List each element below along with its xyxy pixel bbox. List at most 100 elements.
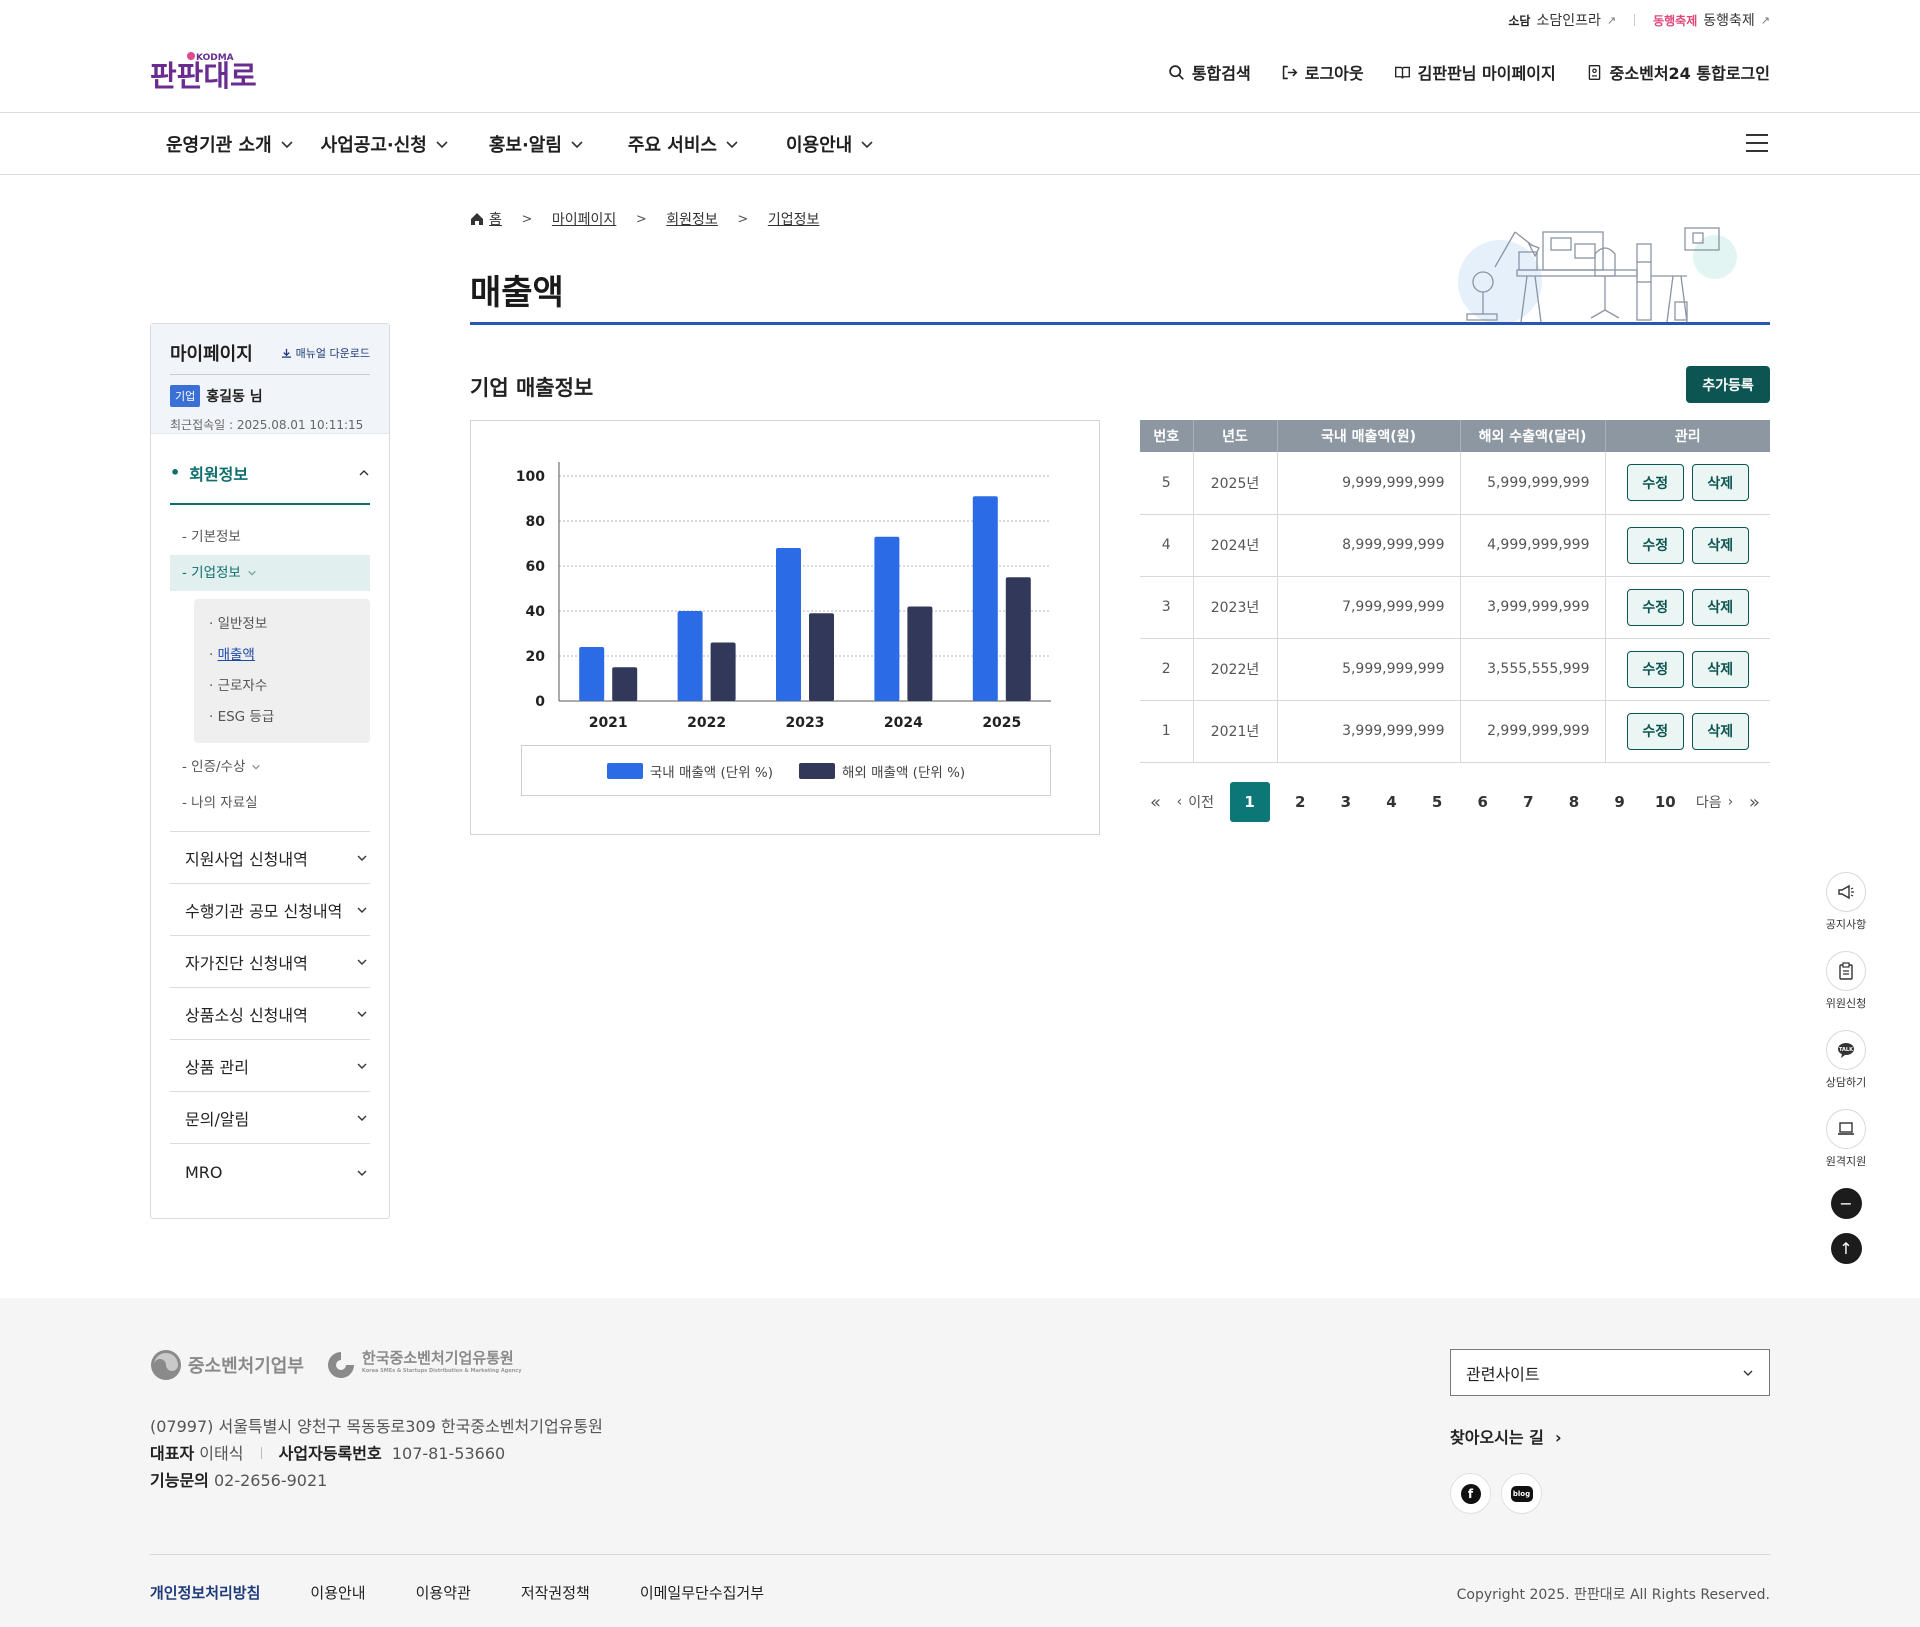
table-header-row: 번호 년도 국내 매출액(원) 해외 수출액(달러) 관리 [1140, 420, 1770, 452]
sidebar-subitem-certification[interactable]: - 인증/수상 [170, 749, 370, 785]
usage-guide-link[interactable]: 이용안내 [310, 1582, 365, 1603]
edit-button[interactable]: 수정 [1626, 588, 1684, 626]
footer-contact: 기능문의 02-2656-9021 [150, 1467, 603, 1494]
edit-button[interactable]: 수정 [1626, 526, 1684, 564]
bar-domestic-2023 [776, 548, 801, 701]
sidebar-subsubitem-esg[interactable]: · ESG 등급 [194, 702, 370, 733]
manual-download-link[interactable]: 매뉴얼 다운로드 [281, 345, 370, 361]
sidebar-subsubitem-general[interactable]: · 일반정보 [194, 609, 370, 640]
sidebar-item-sourcing[interactable]: 상품소싱 신청내역 [170, 987, 370, 1039]
related-sites-select[interactable]: 관련사이트 [1450, 1349, 1770, 1396]
delete-button[interactable]: 삭제 [1691, 588, 1749, 626]
chevron-right-icon: › [1549, 1428, 1562, 1447]
scroll-top-icon[interactable]: ↑ [1830, 1233, 1862, 1264]
manual-download-label: 매뉴얼 다운로드 [295, 347, 370, 360]
gnb-item-business[interactable]: 사업공고·신청 [321, 131, 449, 157]
next-page-button[interactable]: 다음 › [1696, 792, 1733, 812]
breadcrumb-company-info[interactable]: 기업정보 [768, 209, 820, 229]
cell-year: 2023년 [1193, 576, 1278, 639]
cell-overseas-exports: 3,999,999,999 [1460, 576, 1606, 639]
edit-button[interactable]: 수정 [1626, 712, 1684, 750]
site-logo[interactable]: 판판대로 KODMA [150, 50, 268, 94]
donghaeng-festival-link[interactable]: 동행축제 동행축제 ↗ [1653, 10, 1770, 30]
id-card-icon [1588, 64, 1600, 80]
sidebar-subsubitem-employees[interactable]: · 근로자수 [194, 671, 370, 702]
page-9[interactable]: 9 [1605, 793, 1635, 811]
delete-button[interactable]: 삭제 [1691, 712, 1749, 750]
breadcrumb-member-info[interactable]: 회원정보 [666, 209, 718, 229]
sodam-infra-link[interactable]: 소담 소담인프라 ↗ [1508, 10, 1616, 30]
chevron-down-icon [571, 141, 583, 149]
copyright-policy-link[interactable]: 저작권정책 [521, 1582, 590, 1603]
delete-button[interactable]: 삭제 [1691, 650, 1749, 688]
quick-remote[interactable]: 원격지원 [1822, 1109, 1870, 1169]
sales-table: 번호 년도 국내 매출액(원) 해외 수출액(달러) 관리 5 2025년 9,99… [1140, 420, 1770, 763]
directions-label: 찾아오시는 길 [1450, 1428, 1544, 1447]
page-10[interactable]: 10 [1650, 793, 1680, 811]
page-8[interactable]: 8 [1559, 793, 1589, 811]
next-label: 다음 [1695, 795, 1722, 811]
mypage-button[interactable]: 김판판님 마이페이지 [1394, 60, 1556, 84]
sidebar-subitem-basic-info[interactable]: - 기본정보 [170, 519, 370, 555]
gnb-label: 홍보·알림 [488, 135, 562, 156]
gnb-item-about[interactable]: 운영기관 소개 [166, 131, 294, 157]
sidebar-item-self-diagnosis[interactable]: 자가진단 신청내역 [170, 935, 370, 987]
hamburger-menu-icon[interactable] [1746, 134, 1768, 152]
gnb-item-services[interactable]: 주요 서비스 [628, 131, 739, 157]
privacy-policy-link[interactable]: 개인정보처리방침 [150, 1582, 260, 1603]
minus-icon[interactable]: − [1830, 1188, 1862, 1219]
sidebar-item-agency-applications[interactable]: 수행기관 공모 신청내역 [170, 883, 370, 935]
gnb-label: 운영기관 소개 [166, 135, 272, 156]
table-row: 2 2022년 5,999,999,999 3,555,555,999 수정 삭제 [1140, 638, 1770, 701]
cell-no: 1 [1140, 700, 1194, 763]
quick-committee[interactable]: 위원신청 [1822, 951, 1870, 1011]
quick-notice[interactable]: 공지사항 [1822, 872, 1870, 932]
cell-domestic-sales: 5,999,999,999 [1277, 638, 1461, 701]
footer-address: (07997) 서울특별시 양천구 목동동로309 한국중소벤처기업유통원 [150, 1417, 603, 1436]
gnb-item-guide[interactable]: 이용안내 [786, 131, 874, 157]
logout-button[interactable]: 로그아웃 [1281, 60, 1364, 84]
breadcrumb-mypage[interactable]: 마이페이지 [552, 209, 616, 229]
sidebar-item-member-info[interactable]: • 회원정보 [170, 442, 370, 505]
sidebar-item-mro[interactable]: MRO [170, 1143, 370, 1201]
sidebar-subitem-company-info[interactable]: - 기업정보 [170, 555, 370, 591]
blog-link[interactable]: blog [1501, 1473, 1542, 1514]
page-5[interactable]: 5 [1422, 793, 1452, 811]
delete-button[interactable]: 삭제 [1691, 526, 1749, 564]
email-refusal-link[interactable]: 이메일무단수집거부 [640, 1582, 764, 1603]
page-1[interactable]: 1 [1229, 782, 1270, 822]
sidebar-subsubitem-sales[interactable]: · 매출액 [194, 640, 370, 671]
x-tick-label: 2023 [786, 715, 825, 731]
facebook-link[interactable]: f [1450, 1473, 1491, 1514]
last-page-button[interactable]: » [1749, 792, 1760, 813]
quick-consult[interactable]: TALK 상담하기 [1822, 1030, 1870, 1090]
page-3[interactable]: 3 [1331, 793, 1361, 811]
page-4[interactable]: 4 [1377, 793, 1407, 811]
integrated-search-button[interactable]: 통합검색 [1168, 60, 1251, 84]
add-register-button[interactable]: 추가등록 [1686, 366, 1770, 403]
terms-link[interactable]: 이용약관 [416, 1582, 471, 1603]
sidebar-item-support-applications[interactable]: 지원사업 신청내역 [170, 831, 370, 883]
breadcrumb-home[interactable]: 홈 [470, 209, 502, 229]
quick-menu: 공지사항 위원신청 TALK 상담하기 원격지원 − ↑ [1822, 872, 1870, 1278]
sidebar-item-inquiry[interactable]: 문의/알림 [170, 1091, 370, 1143]
first-page-button[interactable]: « [1150, 792, 1161, 813]
svg-text:KODMA: KODMA [196, 53, 234, 63]
smes24-login-button[interactable]: 중소벤처24 통합로그인 [1586, 60, 1770, 84]
page-6[interactable]: 6 [1468, 793, 1498, 811]
directions-link[interactable]: 찾아오시는 길 › [1450, 1424, 1562, 1448]
prev-page-button[interactable]: ‹ 이전 [1177, 792, 1214, 812]
footer-address-block: (07997) 서울특별시 양천구 목동동로309 한국중소벤처기업유통원 대표… [150, 1413, 603, 1494]
page-7[interactable]: 7 [1513, 793, 1543, 811]
sidebar-item-product-management[interactable]: 상품 관리 [170, 1039, 370, 1091]
edit-button[interactable]: 수정 [1626, 650, 1684, 688]
delete-button[interactable]: 삭제 [1691, 464, 1749, 502]
sidebar-subitem-my-files[interactable]: - 나의 자료실 [170, 785, 370, 821]
sidebar-header: 마이페이지 매뉴얼 다운로드 기업 홍길동 님 최근접속일 : 2025.08.… [151, 324, 389, 434]
biz-no-label: 사업자등록번호 [278, 1444, 382, 1463]
external-link-icon: ↗ [1760, 13, 1770, 27]
page-2[interactable]: 2 [1285, 793, 1315, 811]
edit-button[interactable]: 수정 [1626, 464, 1684, 502]
gnb-item-promotion[interactable]: 홍보·알림 [489, 131, 584, 157]
chevron-right-icon: > [737, 211, 749, 227]
